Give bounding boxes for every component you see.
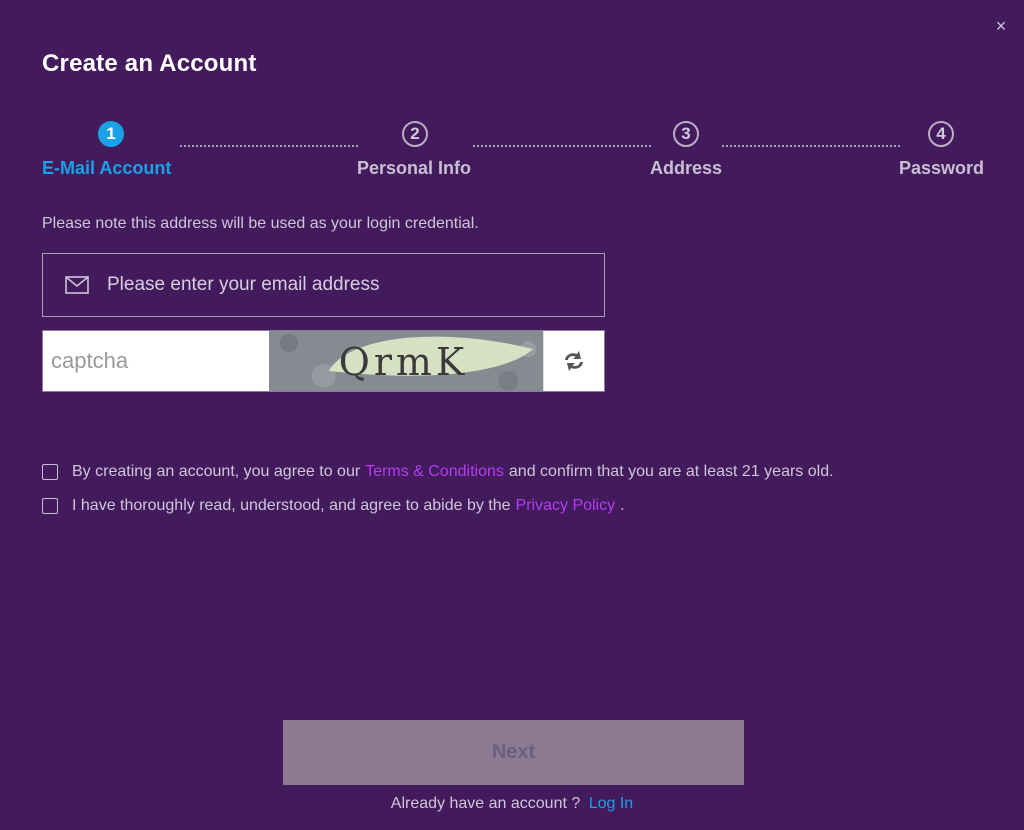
refresh-icon[interactable] [560,349,588,373]
terms-link[interactable]: Terms & Conditions [365,463,504,481]
captcha-image: QrmK [269,331,544,391]
terms-text-after: and confirm that you are at least 21 yea… [508,463,834,480]
captcha-group: QrmK [42,330,605,392]
login-link[interactable]: Log In [589,795,633,812]
step-2-circle: 2 [402,121,428,147]
login-credential-note: Please note this address will be used as… [42,215,479,232]
privacy-text-after: . [620,497,625,514]
step-connector [180,145,358,147]
close-icon[interactable]: × [996,16,1007,36]
step-2-label: Personal Info [357,158,472,178]
login-prompt: Already have an account ? Log In [0,795,1024,813]
step-1-circle: 1 [98,121,124,147]
terms-checkbox[interactable] [42,464,58,480]
email-field[interactable] [42,253,605,317]
captcha-text: QrmK [339,340,468,384]
step-connector [473,145,651,147]
step-3-circle: 3 [673,121,699,147]
step-3-label: Address [650,158,723,178]
email-input[interactable] [105,264,604,306]
dialog-title: Create an Account [42,50,257,77]
refresh-captcha-button[interactable] [543,331,604,391]
next-button[interactable]: Next [283,720,744,785]
captcha-input[interactable] [43,331,269,391]
step-connector [722,145,900,147]
privacy-policy-link[interactable]: Privacy Policy [516,497,616,515]
login-prompt-text: Already have an account ? [390,795,581,812]
close-button[interactable]: × [990,14,1012,38]
step-4-label: Password [899,158,985,178]
privacy-agreement: I have thoroughly read, understood, and … [42,497,625,515]
mail-icon [65,275,91,295]
terms-agreement: By creating an account, you agree to our… [42,463,834,481]
step-1-label: E-Mail Account [42,158,172,178]
terms-text-before: By creating an account, you agree to our [72,463,361,480]
privacy-checkbox[interactable] [42,498,58,514]
privacy-text-before: I have thoroughly read, understood, and … [72,497,511,514]
step-4-circle: 4 [928,121,954,147]
